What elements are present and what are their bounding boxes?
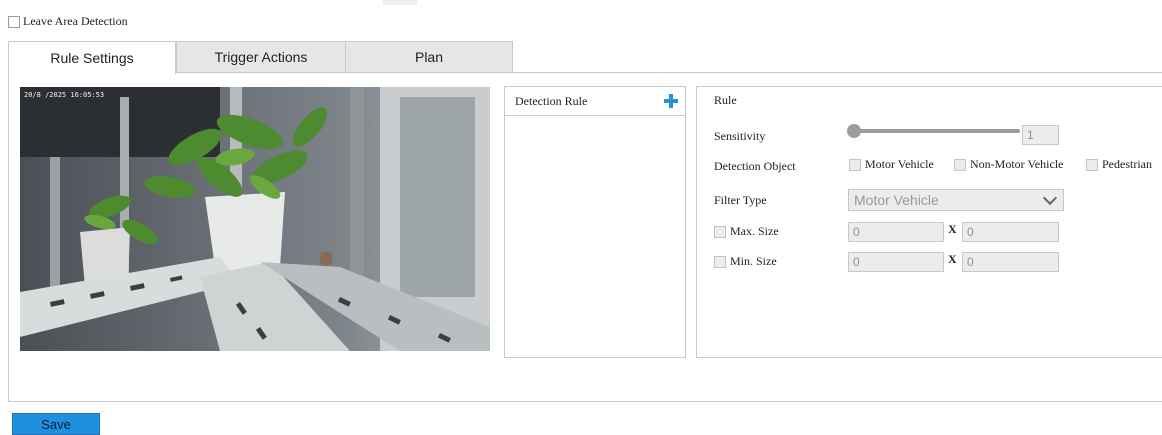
sensitivity-slider-handle[interactable] (847, 124, 861, 138)
motor-vehicle-label: Motor Vehicle (865, 157, 934, 171)
detection-object-motor-vehicle[interactable]: Motor Vehicle (849, 157, 934, 172)
min-size-width-field[interactable]: 0 (848, 252, 944, 272)
non-motor-vehicle-label: Non-Motor Vehicle (970, 157, 1064, 171)
filter-type-label: Filter Type (714, 193, 767, 207)
tab-plan[interactable]: Plan (345, 41, 513, 73)
detection-object-label: Detection Object (714, 159, 796, 173)
min-size-height-field[interactable]: 0 (962, 252, 1059, 272)
pedestrian-checkbox[interactable] (1086, 158, 1098, 171)
top-edge-element (383, 0, 417, 5)
pedestrian-label: Pedestrian (1102, 157, 1152, 171)
max-size-label: Max. Size (730, 224, 779, 238)
tab-plan-label: Plan (414, 49, 444, 65)
detection-object-non-motor-vehicle[interactable]: Non-Motor Vehicle (954, 157, 1063, 172)
add-rule-plus-icon[interactable] (663, 93, 679, 109)
enable-checkbox-box[interactable] (8, 15, 20, 28)
enable-checkbox-label: Leave Area Detection (23, 14, 128, 28)
tab-trigger-actions-label: Trigger Actions (214, 49, 308, 65)
tab-rule-settings-label: Rule Settings (50, 50, 134, 66)
rule-title: Rule (714, 93, 737, 107)
non-motor-vehicle-checkbox[interactable] (954, 158, 966, 171)
detection-rule-title: Detection Rule (515, 93, 588, 108)
max-size-checkbox[interactable] (714, 225, 726, 238)
filter-type-value: Motor Vehicle (854, 192, 939, 208)
tab-trigger-actions[interactable]: Trigger Actions (176, 41, 346, 73)
max-size-option[interactable]: Max. Size (714, 224, 779, 239)
enable-detection-checkbox[interactable]: Leave Area Detection (8, 14, 128, 29)
sensitivity-label: Sensitivity (714, 129, 766, 143)
min-size-label: Min. Size (730, 254, 777, 268)
detection-object-pedestrian[interactable]: Pedestrian (1086, 157, 1152, 172)
filter-type-select[interactable]: Motor Vehicle (848, 189, 1064, 211)
video-osd-timestamp: 20/8 /2025 16:05:53 (24, 91, 105, 99)
tab-rule-settings[interactable]: Rule Settings (8, 41, 176, 74)
max-size-width-field[interactable]: 0 (848, 222, 944, 242)
min-size-option[interactable]: Min. Size (714, 254, 777, 269)
live-video-preview[interactable]: 20/8 /2025 16:05:53 (20, 87, 490, 351)
max-size-separator: X (948, 222, 957, 236)
detection-rule-header: Detection Rule (505, 87, 685, 116)
sensitivity-value-field[interactable]: 1 (1022, 125, 1059, 145)
motor-vehicle-checkbox[interactable] (849, 158, 861, 171)
min-size-checkbox[interactable] (714, 255, 726, 268)
max-size-height-field[interactable]: 0 (962, 222, 1059, 242)
chevron-down-icon (1042, 190, 1058, 206)
video-frame-image (20, 87, 490, 351)
save-button[interactable]: Save (12, 413, 100, 435)
sensitivity-slider-track[interactable] (852, 129, 1020, 133)
detection-rule-list: Detection Rule (504, 86, 686, 358)
min-size-separator: X (948, 252, 957, 266)
